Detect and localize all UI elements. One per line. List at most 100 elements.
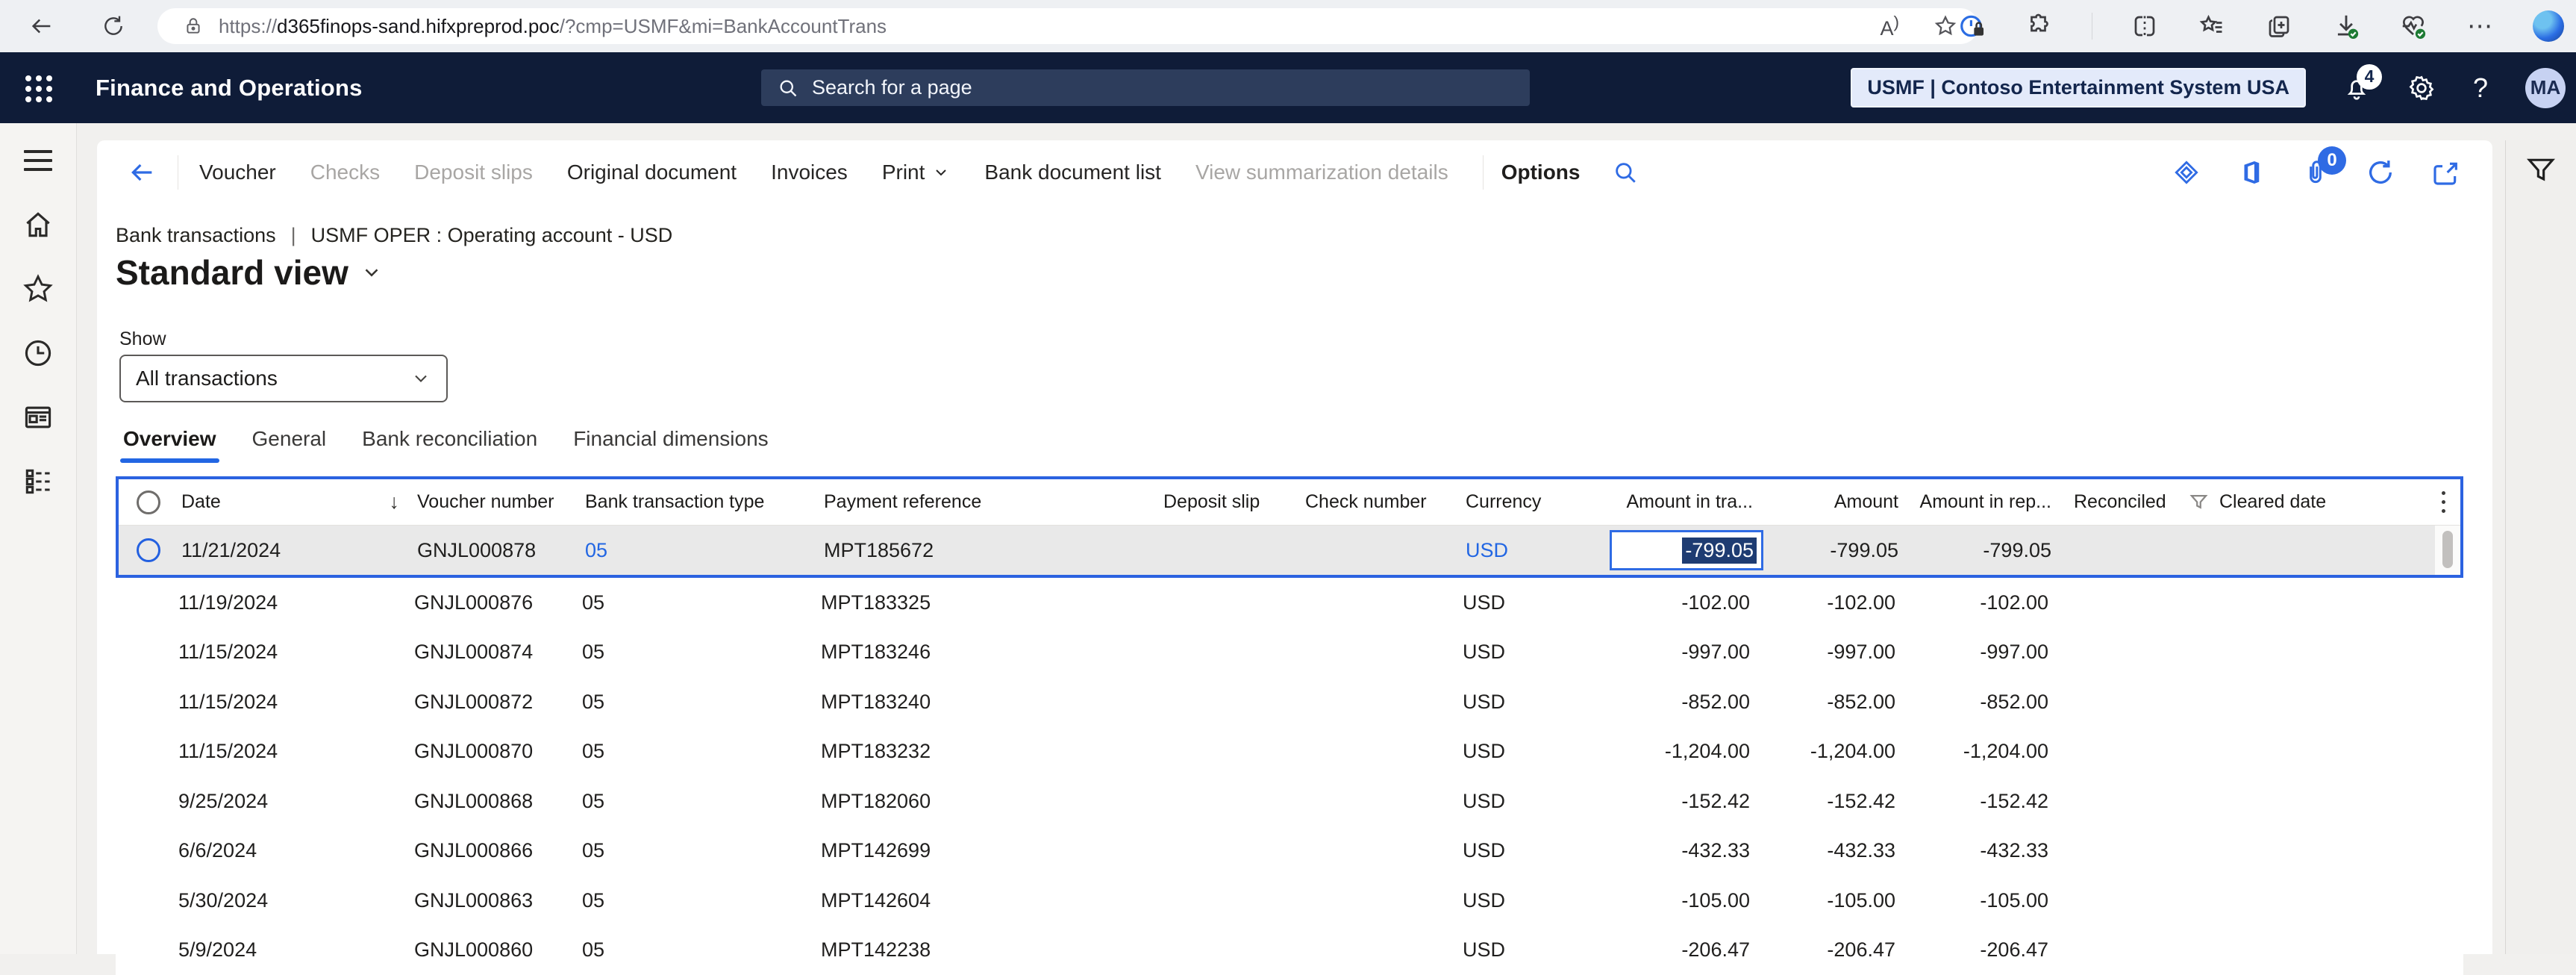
cell-voucher[interactable]: GNJL000870 <box>404 740 572 763</box>
tracking-prevention-icon[interactable] <box>1957 11 1987 41</box>
cell-amount_reporting[interactable]: -852.00 <box>1907 691 2060 714</box>
cell-voucher[interactable]: GNJL000872 <box>404 691 572 714</box>
column-header-type[interactable]: Bank transaction type <box>575 491 813 513</box>
recent-clock-icon[interactable] <box>22 337 54 370</box>
cell-payment_reference[interactable]: MPT183246 <box>810 641 1150 664</box>
cell-amount_reporting[interactable]: -206.47 <box>1907 938 2060 962</box>
split-screen-icon[interactable] <box>2130 11 2160 41</box>
select-all-radio[interactable] <box>137 490 160 514</box>
column-header-amount_transaction[interactable]: Amount in tra... <box>1575 491 1765 513</box>
action-search-icon[interactable] <box>1613 160 1638 185</box>
cell-voucher[interactable]: GNJL000868 <box>404 790 572 813</box>
table-row[interactable]: 9/25/2024GNJL00086805MPT182060USD-152.42… <box>116 776 2463 826</box>
browser-settings-icon[interactable]: ⋯ <box>2466 11 2495 41</box>
downloads-icon[interactable] <box>2331 11 2361 41</box>
cell-type[interactable]: 05 <box>572 641 810 664</box>
cell-type[interactable]: 05 <box>572 740 810 763</box>
refresh-icon[interactable] <box>2366 158 2395 187</box>
cell-payment_reference[interactable]: MPT185672 <box>813 539 1153 562</box>
column-header-deposit_slip[interactable]: Deposit slip <box>1153 491 1295 513</box>
favorites-star-icon[interactable] <box>22 272 54 305</box>
cell-amount_reporting[interactable]: -799.05 <box>1910 539 2063 562</box>
cell-date[interactable]: 6/6/2024 <box>168 839 404 862</box>
cell-amount[interactable]: -206.47 <box>1762 938 1907 962</box>
grid-header-row[interactable]: Date↓Voucher numberBank transaction type… <box>119 479 2460 526</box>
amount-edit-input[interactable]: -799.05 <box>1610 530 1763 570</box>
tab-overview[interactable]: Overview <box>123 427 216 461</box>
cell-amount[interactable]: -105.00 <box>1762 889 1907 912</box>
table-row[interactable]: 11/21/2024GNJL00087805MPT185672USD-799.0… <box>119 526 2460 575</box>
cell-date[interactable]: 9/25/2024 <box>168 790 404 813</box>
office-icon[interactable] <box>2237 158 2266 187</box>
table-row[interactable]: 11/19/2024GNJL00087605MPT183325USD-102.0… <box>116 578 2463 628</box>
cell-amount_reporting[interactable]: -1,204.00 <box>1907 740 2060 763</box>
cell-currency[interactable]: USD <box>1452 839 1572 862</box>
cell-payment_reference[interactable]: MPT182060 <box>810 790 1150 813</box>
nav-menu-icon[interactable] <box>22 144 54 177</box>
row-select-radio[interactable] <box>137 538 160 562</box>
breadcrumb-page[interactable]: Bank transactions <box>116 224 276 247</box>
table-row[interactable]: 11/15/2024GNJL00087405MPT183246USD-997.0… <box>116 628 2463 678</box>
column-header-reconciled[interactable]: Reconciled <box>2063 491 2209 513</box>
options-menu[interactable]: Options <box>1501 161 1581 184</box>
table-row[interactable]: 11/15/2024GNJL00087005MPT183232USD-1,204… <box>116 727 2463 777</box>
cell-currency[interactable]: USD <box>1452 691 1572 714</box>
cell-amount[interactable]: -432.33 <box>1762 839 1907 862</box>
table-row[interactable]: 5/9/2024GNJL00086005MPT142238USD-206.47-… <box>116 926 2463 975</box>
home-icon[interactable] <box>22 208 54 241</box>
cell-payment_reference[interactable]: MPT183240 <box>810 691 1150 714</box>
cell-amount_reporting[interactable]: -102.00 <box>1907 591 2060 614</box>
open-in-new-window-icon[interactable] <box>2431 158 2461 187</box>
table-row[interactable]: 5/30/2024GNJL00086305MPT142604USD-105.00… <box>116 876 2463 926</box>
extensions-icon[interactable] <box>2025 11 2054 41</box>
cell-amount[interactable]: -852.00 <box>1762 691 1907 714</box>
cell-payment_reference[interactable]: MPT183232 <box>810 740 1150 763</box>
cell-amount_transaction[interactable]: -1,204.00 <box>1572 740 1762 763</box>
help-button[interactable]: ? <box>2473 72 2488 104</box>
action-item-invoices[interactable]: Invoices <box>771 161 848 184</box>
lock-icon[interactable] <box>178 11 208 41</box>
cell-voucher[interactable]: GNJL000863 <box>404 889 572 912</box>
address-bar[interactable]: https://d365finops-sand.hifxpreprod.poc/… <box>157 8 1978 44</box>
cell-currency[interactable]: USD <box>1452 740 1572 763</box>
column-header-currency[interactable]: Currency <box>1455 491 1575 513</box>
cell-currency[interactable]: USD <box>1452 889 1572 912</box>
cell-amount_transaction[interactable]: -206.47 <box>1572 938 1762 962</box>
cell-amount_transaction[interactable]: -102.00 <box>1572 591 1762 614</box>
cell-voucher[interactable]: GNJL000876 <box>404 591 572 614</box>
action-item-voucher[interactable]: Voucher <box>199 161 276 184</box>
attachments-icon[interactable]: 0 <box>2301 158 2330 187</box>
view-selector[interactable]: Standard view <box>116 252 383 293</box>
grid-scrollbar[interactable] <box>2435 526 2460 575</box>
cell-amount[interactable]: -152.42 <box>1762 790 1907 813</box>
collections-icon[interactable] <box>2197 11 2227 41</box>
copilot-icon[interactable] <box>2533 10 2564 42</box>
cell-payment_reference[interactable]: MPT183325 <box>810 591 1150 614</box>
cell-date[interactable]: 5/9/2024 <box>168 938 404 962</box>
app-launcher-icon[interactable] <box>25 75 52 102</box>
notifications-button[interactable]: 4 <box>2343 75 2370 102</box>
workspaces-icon[interactable] <box>22 401 54 434</box>
cell-amount_transaction[interactable]: -432.33 <box>1572 839 1762 862</box>
action-item-original-document[interactable]: Original document <box>567 161 737 184</box>
cell-payment_reference[interactable]: MPT142238 <box>810 938 1150 962</box>
cell-amount_transaction[interactable]: -152.42 <box>1572 790 1762 813</box>
cell-link[interactable]: USD <box>1466 539 1508 561</box>
cell-type[interactable]: 05 <box>572 938 810 962</box>
cell-voucher[interactable]: GNJL000878 <box>407 539 575 562</box>
tab-general[interactable]: General <box>252 427 327 461</box>
page-search-input[interactable]: Search for a page <box>761 69 1530 106</box>
browser-refresh-icon[interactable] <box>99 11 128 41</box>
action-item-print[interactable]: Print <box>882 161 951 184</box>
cell-amount_transaction[interactable]: -799.05 <box>1575 530 1765 570</box>
cell-amount[interactable]: -997.00 <box>1762 641 1907 664</box>
cell-date[interactable]: 11/15/2024 <box>168 641 404 664</box>
cell-amount[interactable]: -102.00 <box>1762 591 1907 614</box>
cell-amount_reporting[interactable]: -152.42 <box>1907 790 2060 813</box>
filter-funnel-icon[interactable] <box>2525 154 2557 954</box>
cell-type[interactable]: 05 <box>572 691 810 714</box>
column-filter-funnel-icon[interactable] <box>2189 492 2209 512</box>
table-row[interactable]: 6/6/2024GNJL00086605MPT142699USD-432.33-… <box>116 826 2463 876</box>
cell-link[interactable]: 05 <box>585 539 607 561</box>
cell-amount_transaction[interactable]: -852.00 <box>1572 691 1762 714</box>
